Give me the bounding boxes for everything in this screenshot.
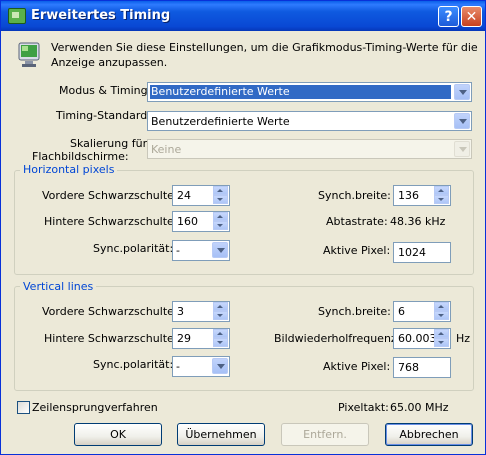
h-sync-width-label: Synch.breite:	[318, 189, 391, 202]
nvidia-icon	[8, 8, 26, 24]
ok-button[interactable]: OK	[74, 423, 162, 446]
h-scan-rate-value: 48.36 kHz	[390, 215, 446, 228]
remove-button[interactable]: Entfern.	[281, 423, 369, 446]
title-bar[interactable]: Erweitertes Timing ? ✕	[1, 1, 485, 31]
v-refresh-rate-label: Bildwiederholfrequenz:	[274, 332, 401, 345]
h-scan-rate-label: Abtastrate:	[326, 215, 388, 228]
v-front-porch-spinner[interactable]: 3	[172, 301, 230, 322]
pixel-clock-value: 65.00 MHz	[390, 401, 449, 414]
h-sync-polarity-select[interactable]: -	[172, 240, 230, 261]
v-refresh-rate-spinner[interactable]: 60.003	[393, 328, 451, 349]
h-sync-polarity-value: -	[176, 244, 180, 257]
window-title: Erweitertes Timing	[31, 8, 171, 23]
h-active-pixels-value: 1024	[398, 246, 426, 259]
spin-down-icon[interactable]	[213, 221, 228, 230]
h-sync-width-spinner[interactable]: 136	[393, 185, 451, 206]
vertical-group-title: Vertical lines	[20, 280, 97, 293]
skalierung-label-line1: Skalierung für	[70, 137, 148, 150]
monitor-icon	[18, 42, 40, 67]
interlace-label[interactable]: Zeilensprungverfahren	[32, 401, 158, 414]
h-back-porch-spinner[interactable]: 160	[172, 211, 230, 232]
timing-standard-select[interactable]: Benutzerdefinierte Werte	[147, 111, 472, 131]
horizontal-group-title: Horizontal pixels	[20, 163, 118, 176]
v-sync-width-spinner[interactable]: 6	[393, 301, 451, 322]
skalierung-value: Keine	[151, 143, 182, 156]
spin-up-icon[interactable]	[213, 212, 228, 221]
intro-text-line1: Verwenden Sie diese Einstellungen, um di…	[51, 41, 478, 54]
modus-value: Benutzerdefinierte Werte	[150, 85, 451, 99]
h-sync-width-value: 136	[398, 189, 419, 202]
skalierung-label-line2: Flachbildschirme:	[32, 150, 129, 163]
h-front-porch-value: 24	[177, 189, 191, 202]
v-sync-width-value: 6	[398, 305, 405, 318]
h-sync-polarity-label: Sync.polarität:	[93, 242, 174, 255]
v-refresh-rate-value: 60.003	[398, 332, 437, 345]
h-front-porch-label: Vordere Schwarzschulter:	[42, 189, 182, 202]
intro-text-line2: Anzeige anzupassen.	[51, 56, 168, 69]
chevron-down-icon[interactable]	[454, 84, 470, 100]
v-sync-polarity-label: Sync.polarität:	[93, 358, 174, 371]
spin-up-icon[interactable]	[434, 302, 449, 311]
h-active-pixels-label: Aktive Pixel:	[323, 244, 391, 257]
spin-up-icon[interactable]	[434, 186, 449, 195]
h-active-pixels-input[interactable]: 1024	[393, 242, 451, 263]
v-refresh-rate-unit: Hz	[456, 332, 471, 345]
timing-standard-value: Benutzerdefinierte Werte	[151, 115, 290, 128]
h-back-porch-value: 160	[177, 215, 198, 228]
spin-down-icon[interactable]	[434, 338, 449, 347]
modus-label: Modus & Timing:	[59, 84, 152, 97]
v-sync-polarity-value: -	[176, 360, 180, 373]
v-active-pixels-input[interactable]: 768	[393, 357, 451, 378]
timing-standard-label: Timing-Standard:	[56, 109, 151, 122]
skalierung-select[interactable]: Keine	[147, 139, 472, 159]
v-front-porch-value: 3	[177, 305, 184, 318]
cancel-button[interactable]: Abbrechen	[385, 423, 473, 446]
spin-down-icon[interactable]	[213, 338, 228, 347]
close-button[interactable]: ✕	[461, 6, 482, 27]
pixel-clock-label: Pixeltakt:	[338, 401, 389, 414]
spin-down-icon[interactable]	[213, 195, 228, 204]
v-active-pixels-value: 768	[398, 361, 419, 374]
h-back-porch-label: Hintere Schwarzschulter:	[44, 215, 182, 228]
v-front-porch-label: Vordere Schwarzschulter:	[42, 305, 182, 318]
v-sync-polarity-select[interactable]: -	[172, 356, 230, 377]
spin-up-icon[interactable]	[213, 329, 228, 338]
chevron-down-icon	[454, 141, 470, 157]
spin-down-icon[interactable]	[434, 311, 449, 320]
spin-up-icon[interactable]	[434, 329, 449, 338]
v-back-porch-spinner[interactable]: 29	[172, 328, 230, 349]
interlace-checkbox[interactable]	[17, 401, 30, 414]
help-button[interactable]: ?	[438, 6, 459, 27]
chevron-down-icon[interactable]	[454, 113, 470, 129]
modus-select[interactable]: Benutzerdefinierte Werte	[147, 82, 472, 102]
apply-button[interactable]: Übernehmen	[177, 423, 265, 446]
v-back-porch-label: Hintere Schwarzschulter:	[44, 332, 182, 345]
v-sync-width-label: Synch.breite:	[318, 305, 391, 318]
spin-up-icon[interactable]	[213, 186, 228, 195]
h-front-porch-spinner[interactable]: 24	[172, 185, 230, 206]
spin-up-icon[interactable]	[213, 302, 228, 311]
v-back-porch-value: 29	[177, 332, 191, 345]
dialog-window: Erweitertes Timing ? ✕ Verwenden Sie die…	[0, 0, 486, 455]
spin-down-icon[interactable]	[213, 311, 228, 320]
chevron-down-icon[interactable]	[212, 358, 228, 374]
chevron-down-icon[interactable]	[212, 242, 228, 258]
spin-down-icon[interactable]	[434, 195, 449, 204]
v-active-pixels-label: Aktive Pixel:	[323, 360, 391, 373]
